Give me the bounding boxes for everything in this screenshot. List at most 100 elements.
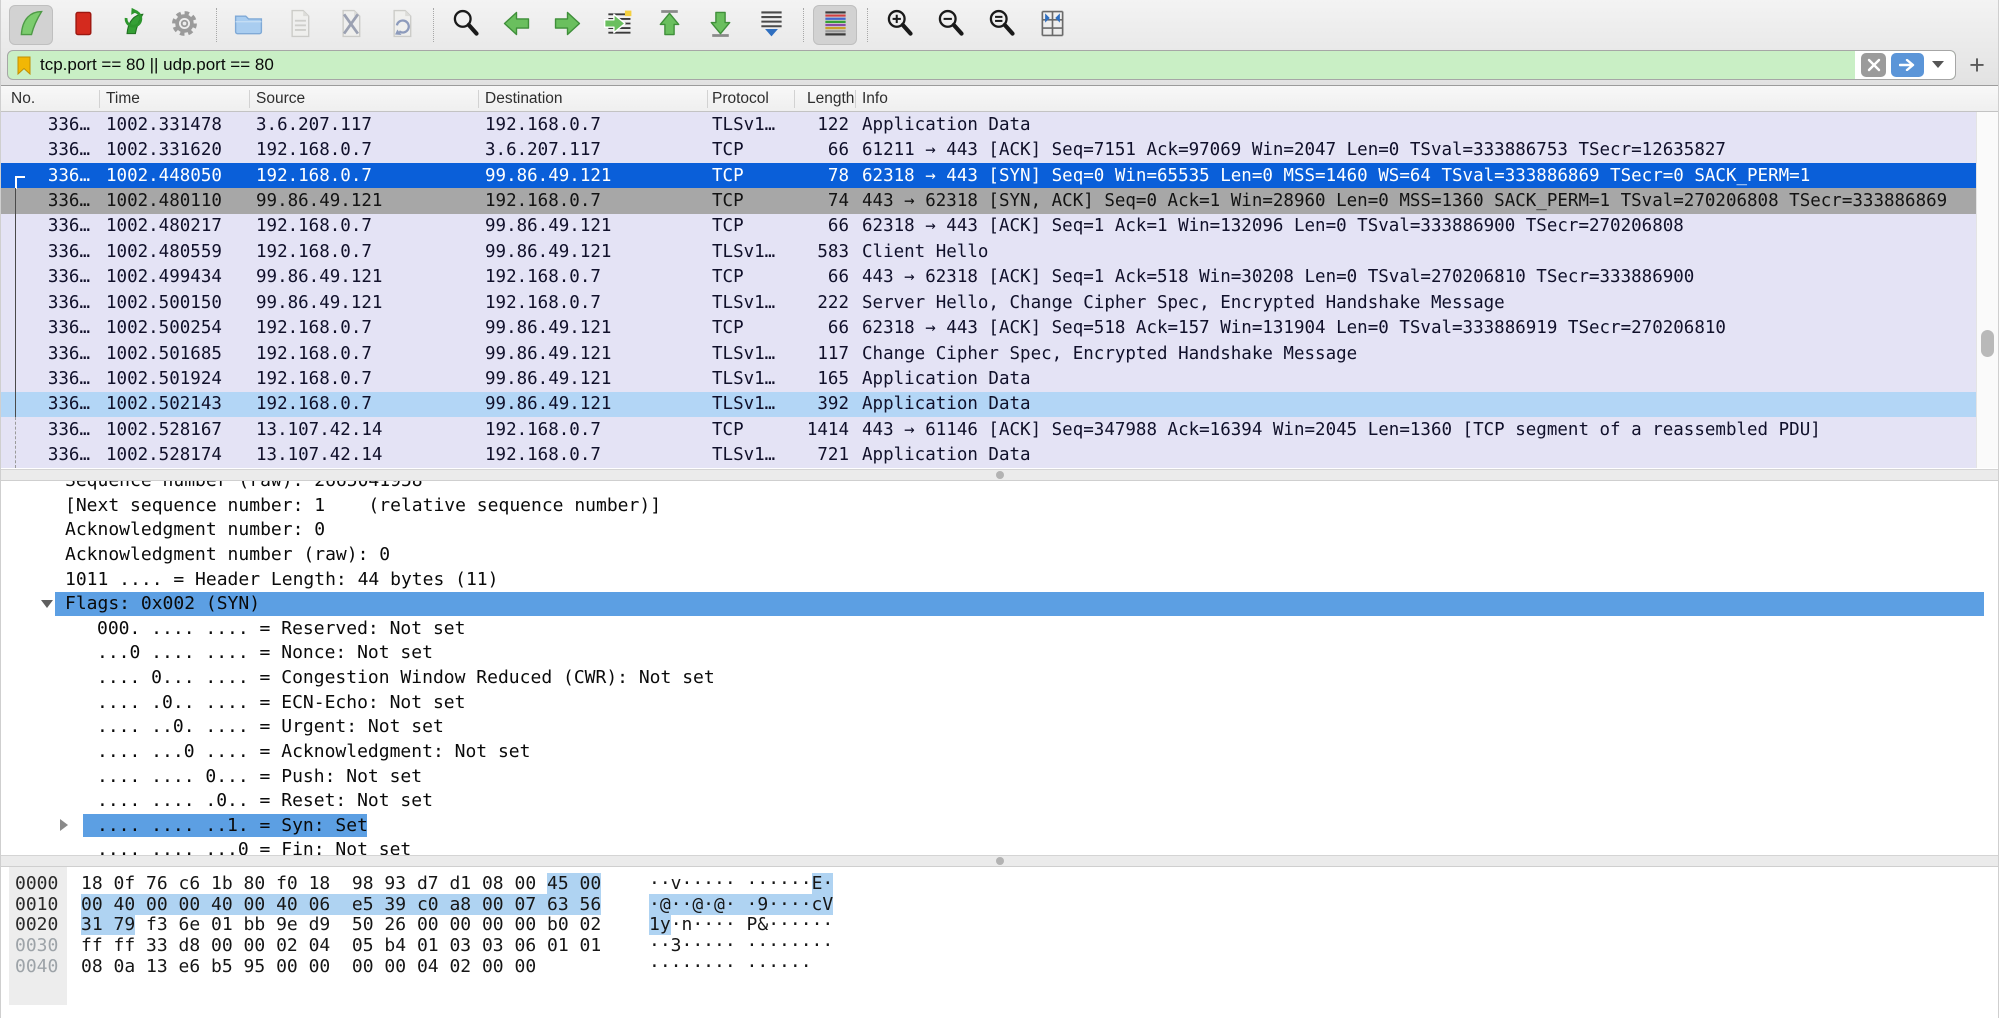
column-header-time[interactable]: Time <box>100 90 250 108</box>
column-header-info[interactable]: Info <box>856 90 1998 108</box>
start-capture-button[interactable] <box>9 5 53 45</box>
cell-proto: TLSv1… <box>708 293 795 313</box>
cell-time: 1002.528174 <box>100 445 250 465</box>
cell-proto: TLSv1… <box>708 115 795 135</box>
bookmark-icon[interactable] <box>17 56 31 79</box>
cell-src: 192.168.0.7 <box>250 140 479 160</box>
colorize-lines-icon <box>818 6 853 45</box>
display-filter-input[interactable]: tcp.port == 80 || udp.port == 80 <box>7 50 1956 80</box>
packet-row[interactable]: 336…1002.49943499.86.49.121192.168.0.7TC… <box>1 265 1978 290</box>
detail-line[interactable]: ...0 .... .... = Nonce: Not set <box>1 641 1998 666</box>
toolbar-separator <box>803 8 804 42</box>
cell-dst: 99.86.49.121 <box>479 216 708 236</box>
expander-closed-icon[interactable] <box>60 819 68 831</box>
conversation-bracket-dashed <box>15 417 17 468</box>
go-back-button[interactable] <box>494 5 538 45</box>
colorize-packets-button[interactable] <box>813 5 857 45</box>
zoom-in-button[interactable] <box>877 5 921 45</box>
cell-src: 192.168.0.7 <box>250 318 479 338</box>
cell-dst: 99.86.49.121 <box>479 166 708 186</box>
detail-line[interactable]: Acknowledgment number: 0 <box>1 518 1998 543</box>
detail-line[interactable]: .... .... 0... = Push: Not set <box>1 765 1998 790</box>
packet-row[interactable]: 336…1002.48011099.86.49.121192.168.0.7TC… <box>1 188 1978 213</box>
capture-options-button[interactable] <box>162 5 206 45</box>
close-file-button[interactable] <box>328 5 372 45</box>
packet-row[interactable]: 336…1002.52817413.107.42.14192.168.0.7TL… <box>1 442 1978 467</box>
zoom-reset-icon <box>984 6 1019 45</box>
packet-row[interactable]: 336…1002.50015099.86.49.121192.168.0.7TL… <box>1 290 1978 315</box>
splitter-detail-hex[interactable] <box>1 855 1998 867</box>
packet-row[interactable]: 336…1002.501924192.168.0.799.86.49.121TL… <box>1 366 1978 391</box>
detail-line[interactable]: .... .... .0.. = Reset: Not set <box>1 789 1998 814</box>
stop-capture-button[interactable] <box>60 5 104 45</box>
apply-filter-button[interactable] <box>1891 53 1924 77</box>
packet-list-header: No.TimeSourceDestinationProtocolLengthIn… <box>1 86 1998 112</box>
splitter-handle-icon <box>996 471 1004 479</box>
detail-line[interactable]: 1011 .... = Header Length: 44 bytes (11) <box>1 568 1998 593</box>
column-header-length[interactable]: Length <box>795 90 856 108</box>
cell-dst: 99.86.49.121 <box>479 369 708 389</box>
resize-columns-button[interactable] <box>1030 5 1074 45</box>
go-first-packet-button[interactable] <box>647 5 691 45</box>
cell-len: 78 <box>795 166 856 186</box>
detail-line[interactable]: Flags: 0x002 (SYN) <box>1 592 1998 617</box>
detail-line[interactable]: 000. .... .... = Reserved: Not set <box>1 617 1998 642</box>
detail-line[interactable]: .... ...0 .... = Acknowledgment: Not set <box>1 740 1998 765</box>
detail-line[interactable]: [Next sequence number: 1 (relative seque… <box>1 494 1998 519</box>
cell-src: 99.86.49.121 <box>250 191 479 211</box>
zoom-reset-button[interactable] <box>979 5 1023 45</box>
open-file-button[interactable] <box>226 5 270 45</box>
filter-expression[interactable]: tcp.port == 80 || udp.port == 80 <box>40 55 274 75</box>
detail-line[interactable]: .... .0.. .... = ECN-Echo: Not set <box>1 691 1998 716</box>
detail-line[interactable]: .... 0... .... = Congestion Window Reduc… <box>1 666 1998 691</box>
column-header-destination[interactable]: Destination <box>479 90 708 108</box>
cell-info: Application Data <box>856 445 1978 465</box>
packet-row[interactable]: 336…1002.448050192.168.0.799.86.49.121TC… <box>1 163 1978 188</box>
packet-row[interactable]: 336…1002.3314783.6.207.117192.168.0.7TLS… <box>1 112 1978 137</box>
scrollbar-thumb[interactable] <box>1981 330 1994 357</box>
hex-line[interactable]: 001000 40 00 00 40 00 40 06 e5 39 c0 a8 … <box>1 894 1998 915</box>
hex-line[interactable]: 002031 79 f3 6e 01 bb 9e d9 50 26 00 00 … <box>1 914 1998 935</box>
zoom-in-icon <box>882 6 917 45</box>
hex-line[interactable]: 0030ff ff 33 d8 00 00 02 04 05 b4 01 03 … <box>1 935 1998 956</box>
column-header-protocol[interactable]: Protocol <box>708 90 795 108</box>
magnifier-icon <box>448 6 483 45</box>
cell-dst: 192.168.0.7 <box>479 267 708 287</box>
save-file-button[interactable] <box>277 5 321 45</box>
packet-row[interactable]: 336…1002.331620192.168.0.73.6.207.117TCP… <box>1 137 1978 162</box>
cell-info: Change Cipher Spec, Encrypted Handshake … <box>856 344 1978 364</box>
find-packet-button[interactable] <box>443 5 487 45</box>
hex-line[interactable]: 004008 0a 13 e6 b5 95 00 00 00 00 04 02 … <box>1 956 1998 977</box>
splitter-list-detail[interactable] <box>1 469 1998 481</box>
detail-line[interactable]: .... .... ..1. = Syn: Set <box>1 814 1998 839</box>
cell-dst: 99.86.49.121 <box>479 242 708 262</box>
go-to-packet-button[interactable] <box>596 5 640 45</box>
clear-filter-button[interactable] <box>1861 53 1886 77</box>
auto-scroll-button[interactable] <box>749 5 793 45</box>
add-filter-button[interactable]: + <box>1962 51 1992 79</box>
packet-row[interactable]: 336…1002.480217192.168.0.799.86.49.121TC… <box>1 214 1978 239</box>
hex-line[interactable]: 000018 0f 76 c6 1b 80 f0 18 98 93 d7 d1 … <box>1 873 1998 894</box>
zoom-out-button[interactable] <box>928 5 972 45</box>
detail-line[interactable]: Sequence number (raw): 2665041958 <box>1 481 1998 494</box>
expander-open-icon[interactable] <box>41 600 53 608</box>
packet-list-scrollbar[interactable] <box>1976 112 1998 468</box>
go-last-packet-button[interactable] <box>698 5 742 45</box>
restart-capture-button[interactable] <box>111 5 155 45</box>
column-header-no[interactable]: No. <box>1 90 100 108</box>
packet-row[interactable]: 336…1002.52816713.107.42.14192.168.0.7TC… <box>1 417 1978 442</box>
packet-row[interactable]: 336…1002.501685192.168.0.799.86.49.121TL… <box>1 341 1978 366</box>
detail-line[interactable]: .... ..0. .... = Urgent: Not set <box>1 715 1998 740</box>
go-forward-button[interactable] <box>545 5 589 45</box>
detail-line[interactable]: .... .... ...0 = Fin: Not set <box>1 838 1998 855</box>
packet-row[interactable]: 336…1002.502143192.168.0.799.86.49.121TL… <box>1 392 1978 417</box>
cell-len: 66 <box>795 216 856 236</box>
packet-row[interactable]: 336…1002.500254192.168.0.799.86.49.121TC… <box>1 315 1978 340</box>
detail-line[interactable]: Acknowledgment number (raw): 0 <box>1 543 1998 568</box>
packet-row[interactable]: 336…1002.480559192.168.0.799.86.49.121TL… <box>1 239 1978 264</box>
reload-file-button[interactable] <box>379 5 423 45</box>
hex-ascii: ··v····· ······E· <box>649 873 833 894</box>
column-header-source[interactable]: Source <box>250 90 479 108</box>
filter-history-caret-icon[interactable] <box>1932 61 1944 68</box>
hex-bytes: 31 79 f3 6e 01 bb 9e d9 50 26 00 00 00 0… <box>81 914 601 935</box>
